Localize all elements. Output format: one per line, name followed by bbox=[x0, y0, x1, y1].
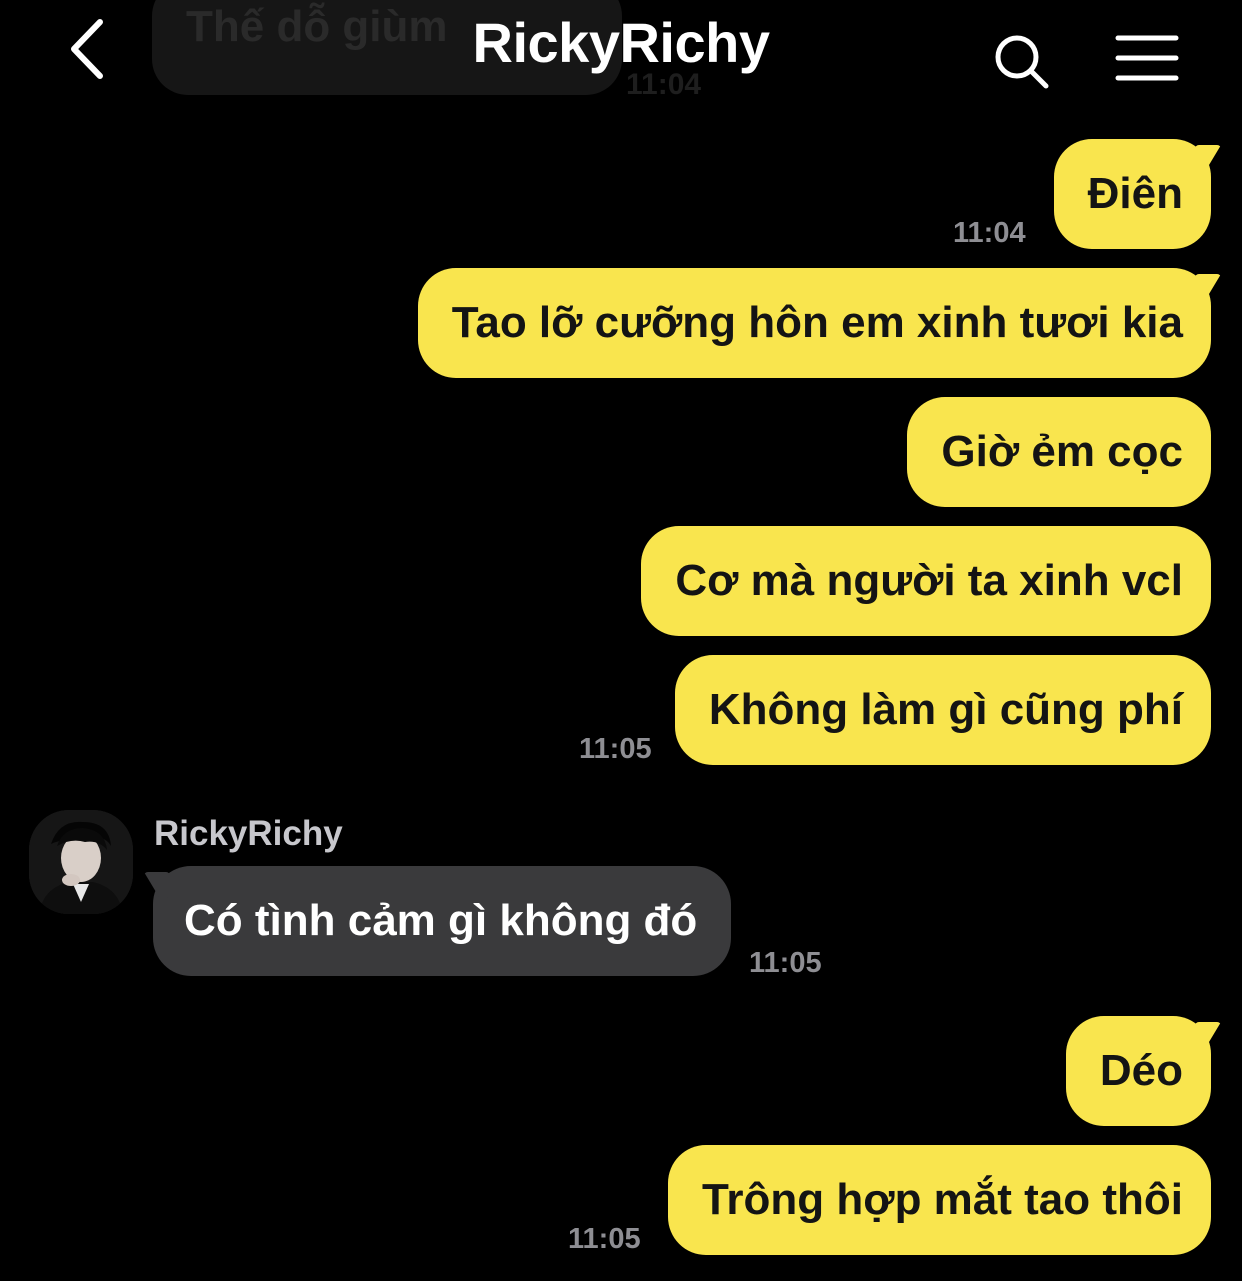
outgoing-message-bubble[interactable]: Cơ mà người ta xinh vcl bbox=[641, 526, 1211, 636]
message-text: Tao lỡ cưỡng hôn em xinh tươi kia bbox=[451, 298, 1183, 347]
message-text: Déo bbox=[1099, 1046, 1183, 1095]
incoming-message-bubble[interactable]: Có tình cảm gì không đó bbox=[153, 866, 732, 976]
search-icon bbox=[995, 35, 1049, 89]
message-text: Cơ mà người ta xinh vcl bbox=[675, 556, 1183, 605]
outgoing-message-bubble[interactable]: Giờ ẻm cọc bbox=[907, 397, 1211, 507]
chat-header: RickyRichy bbox=[0, 0, 1242, 100]
hamburger-menu-icon bbox=[1115, 35, 1179, 81]
outgoing-message-bubble[interactable]: Điên bbox=[1053, 139, 1211, 249]
search-button[interactable] bbox=[990, 30, 1054, 94]
outgoing-message-bubble[interactable]: Déo bbox=[1065, 1016, 1211, 1126]
outgoing-message-bubble[interactable]: Tao lỡ cưỡng hôn em xinh tươi kia bbox=[417, 268, 1211, 378]
message-time: 11:05 bbox=[568, 1223, 641, 1255]
menu-button[interactable] bbox=[1112, 30, 1182, 86]
sender-name: RickyRichy bbox=[154, 814, 343, 853]
message-text: Không làm gì cũng phí bbox=[708, 685, 1183, 734]
profile-photo bbox=[29, 810, 133, 914]
message-time: 11:05 bbox=[749, 947, 822, 979]
message-time: 11:05 bbox=[579, 733, 652, 765]
message-text: Điên bbox=[1087, 169, 1183, 218]
message-text: Có tình cảm gì không đó bbox=[184, 896, 698, 945]
outgoing-message-bubble[interactable]: Trông hợp mắt tao thôi bbox=[667, 1145, 1211, 1255]
avatar[interactable] bbox=[29, 810, 133, 914]
chat-title: RickyRichy bbox=[472, 11, 770, 74]
message-time: 11:04 bbox=[953, 217, 1026, 249]
message-text: Trông hợp mắt tao thôi bbox=[701, 1175, 1183, 1224]
message-text: Giờ ẻm cọc bbox=[941, 427, 1183, 476]
outgoing-message-bubble[interactable]: Không làm gì cũng phí bbox=[674, 655, 1211, 765]
